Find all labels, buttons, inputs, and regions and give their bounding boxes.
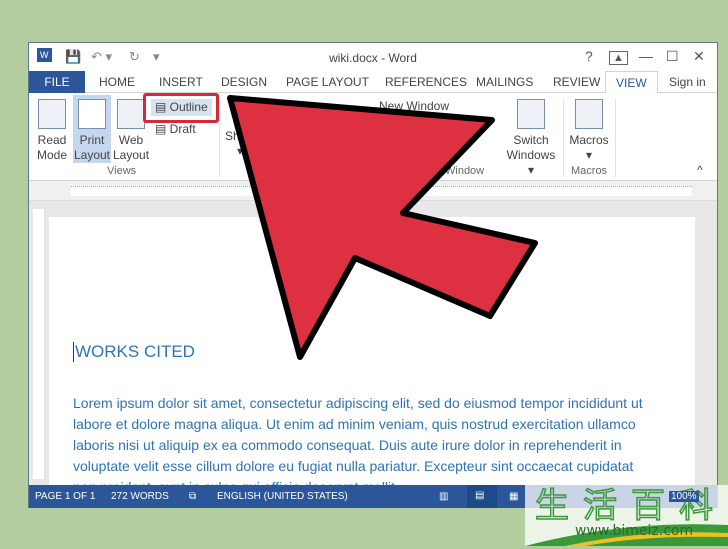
arrow-icon <box>227 95 538 360</box>
red-arrow-annotation <box>227 95 538 360</box>
zoom-level[interactable]: 100% <box>669 491 699 502</box>
svg-text:www.bimeiz.com: www.bimeiz.com <box>575 523 693 539</box>
